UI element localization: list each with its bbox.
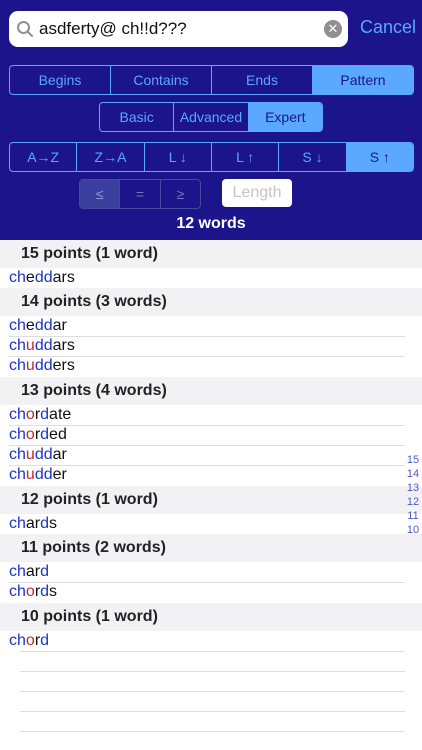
sort-z-a[interactable]: Z→A [77,143,145,171]
section-header: 15 points (1 word) [0,240,422,268]
clear-icon[interactable]: ✕ [324,20,342,38]
search-input[interactable]: asdferty@ ch!!d??? [39,19,187,39]
sort-score-down[interactable]: S ↓ [279,143,347,171]
section-header: 12 points (1 word) [0,486,422,514]
section-header: 11 points (2 words) [0,534,422,562]
sort-a-z[interactable]: A→Z [10,143,78,171]
list-item[interactable]: cheddars [9,269,75,287]
section-header: 13 points (4 words) [0,377,422,405]
sort-length-down[interactable]: L ↓ [145,143,212,171]
divider [9,465,405,466]
header-panel: asdferty@ ch!!d??? ✕ Cancel Begins Conta… [0,0,422,240]
segment-pattern[interactable]: Pattern [313,66,413,94]
list-item[interactable]: chudder [9,466,67,484]
divider [20,651,405,652]
compare-le[interactable]: ≤ [80,180,121,208]
word-count: 12 words [176,215,246,232]
search-icon [17,21,33,37]
divider [9,445,405,446]
divider [20,731,405,732]
section-header: 10 points (1 word) [0,603,422,631]
list-item[interactable]: chords [9,583,57,601]
index-item[interactable]: 14 [402,467,422,481]
segment-basic[interactable]: Basic [100,103,175,131]
list-item[interactable]: chord [9,632,49,650]
search-field[interactable]: asdferty@ ch!!d??? ✕ [9,11,348,47]
divider [20,671,405,672]
index-item[interactable]: 13 [402,481,422,495]
list-item[interactable]: cheddar [9,317,67,335]
list-item[interactable]: chards [9,515,57,533]
list-item[interactable]: chuddars [9,337,75,355]
mode-control: Basic Advanced Expert [99,102,323,132]
cancel-button[interactable]: Cancel [360,17,416,38]
section-header: 14 points (3 words) [0,288,422,316]
match-position-control: Begins Contains Ends Pattern [9,65,414,95]
sort-length-up[interactable]: L ↑ [212,143,280,171]
list-item[interactable]: chorded [9,426,67,444]
length-compare-control: ≤ = ≥ [79,179,201,209]
divider [9,582,405,583]
segment-contains[interactable]: Contains [111,66,212,94]
section-index[interactable]: 15 14 13 12 11 10 [402,453,422,537]
list-item[interactable]: chordate [9,406,71,424]
index-item[interactable]: 12 [402,495,422,509]
compare-eq[interactable]: = [120,180,161,208]
index-item[interactable]: 11 [402,509,422,523]
list-item[interactable]: chudders [9,357,75,375]
compare-ge[interactable]: ≥ [161,180,200,208]
list-item[interactable]: chuddar [9,446,67,464]
segment-advanced[interactable]: Advanced [174,103,249,131]
segment-expert[interactable]: Expert [248,103,322,131]
segment-ends[interactable]: Ends [212,66,313,94]
sort-control: A→Z Z→A L ↓ L ↑ S ↓ S ↑ [9,142,414,172]
sort-score-up[interactable]: S ↑ [346,143,413,171]
divider [9,425,405,426]
divider [20,691,405,692]
index-item[interactable]: 10 [402,523,422,537]
divider [20,711,405,712]
list-item[interactable]: chard [9,563,49,581]
length-input[interactable]: Length [222,179,292,207]
index-item[interactable]: 15 [402,453,422,467]
segment-begins[interactable]: Begins [10,66,111,94]
